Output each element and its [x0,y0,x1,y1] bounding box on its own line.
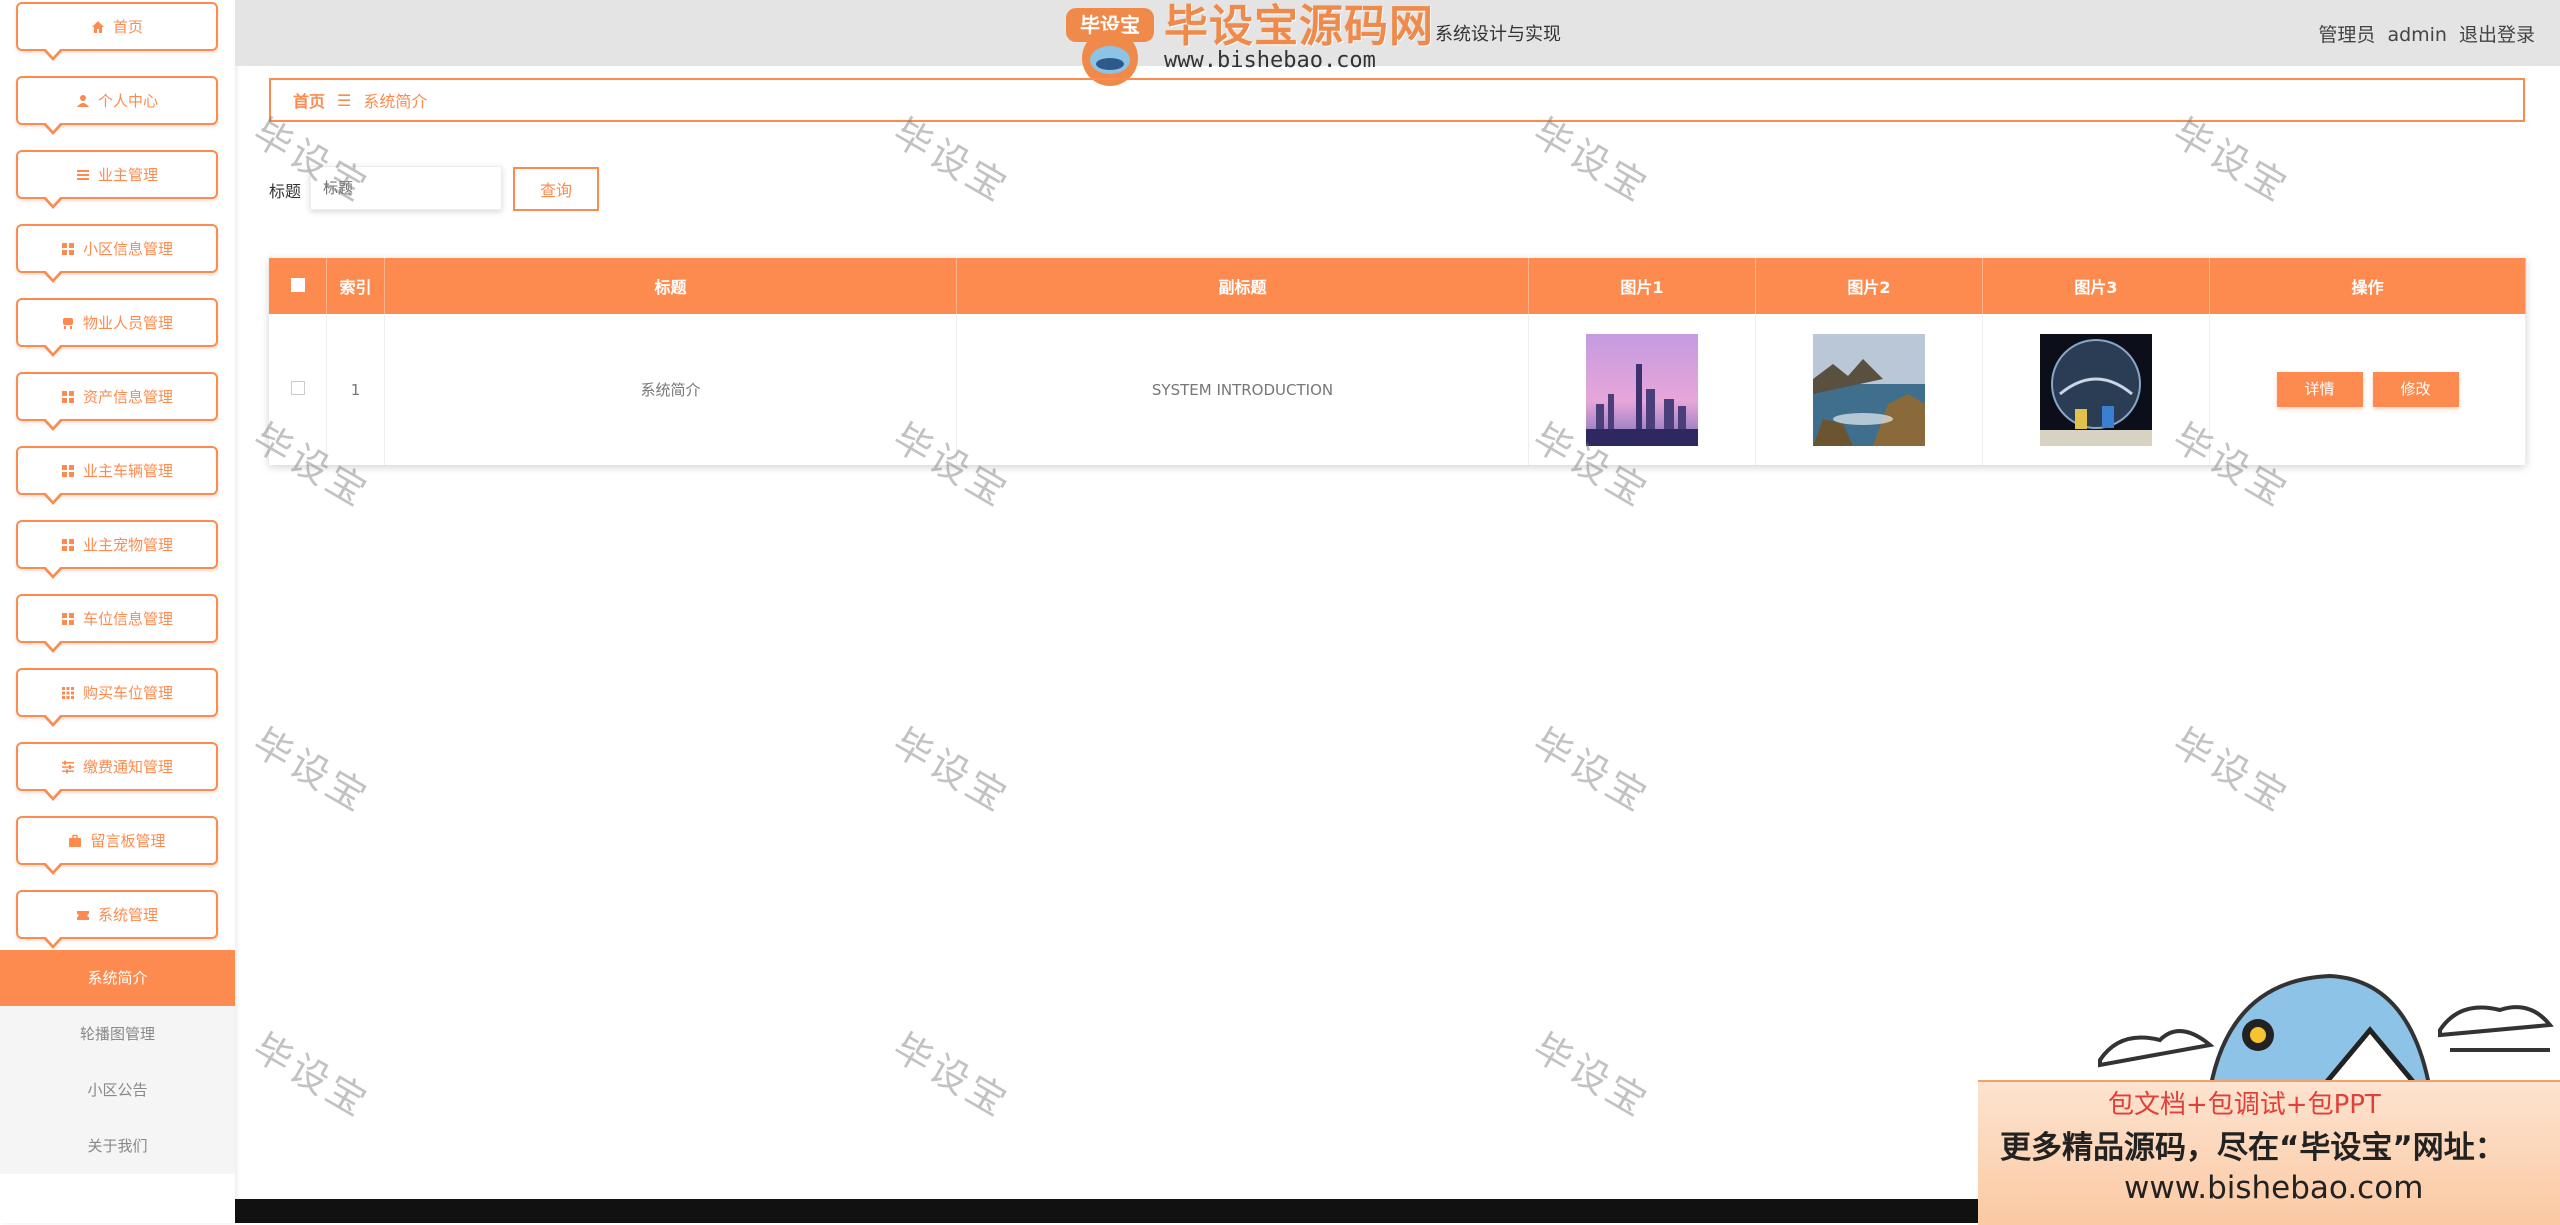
menu-item-label: 系统管理 [97,906,158,924]
watermark: 毕设宝 [885,1024,1017,1127]
column-header-image1: 图片1 [1528,258,1756,314]
logo-name: 毕设宝源码网 [1164,1,1434,52]
column-header-image2: 图片2 [1755,258,1983,314]
column-header-index: 索引 [326,258,385,314]
row-select-cell [269,314,327,465]
menu-item-label: 业主管理 [97,166,158,184]
seat-icon [62,317,73,329]
menu-item-community[interactable]: 小区信息管理 [16,224,218,283]
menu-item-parking-purchase[interactable]: 购买车位管理 [16,668,218,727]
apps-icon [61,686,74,699]
row-index: 1 [326,314,385,465]
data-table: 索引 标题 副标题 图片1 图片2 图片3 操作 1 系统简介 SYSTEM I… [269,258,2526,465]
ticket-icon [76,910,89,920]
breadcrumb-current: 系统简介 [363,92,428,111]
column-header-subtitle: 副标题 [956,258,1529,314]
row-image3-cell [1982,314,2210,465]
grid-icon [61,464,74,477]
menu-item-label: 业主车辆管理 [82,462,173,480]
search-title-input[interactable] [310,166,502,210]
bottom-bar [235,1199,1980,1223]
breadcrumb: 首页 ☰ 系统简介 [269,78,2525,122]
column-header-title: 标题 [384,258,957,314]
row-image2-cell [1755,314,1983,465]
menu-item-label: 购买车位管理 [82,684,173,702]
coastal-rocks-image[interactable] [1813,333,1925,446]
grid-icon [61,538,74,551]
user-icon [76,94,89,107]
home-icon [91,20,104,33]
watermark: 毕设宝 [2165,719,2297,822]
menu-item-label: 个人中心 [97,92,158,110]
row-title: 系统简介 [384,314,957,465]
grid-icon [61,390,74,403]
row-checkbox[interactable] [290,380,305,395]
sliders-icon [61,760,74,773]
submenu-about-us[interactable]: 关于我们 [0,1118,235,1174]
grid-icon [61,612,74,625]
menu-item-parking-info[interactable]: 车位信息管理 [16,594,218,653]
row-actions: 详情 修改 [2209,314,2526,465]
menu-item-label: 留言板管理 [90,832,166,850]
grid-icon [61,242,74,255]
watermark: 毕设宝 [885,719,1017,822]
sidebar: 首页 个人中心 业主管理 小区信息管理 物业人员管理 资产信息管理 业主车辆管理… [0,0,235,1223]
submenu-system-intro[interactable]: 系统简介 [0,950,235,1006]
city-skyline-image[interactable] [1586,333,1698,446]
watermark: 毕设宝 [245,719,377,822]
breadcrumb-separator-icon: ☰ [337,90,352,110]
select-all-cell [269,258,327,314]
promo-line-2: 更多精品源码，尽在“毕设宝”网址： [2000,1130,2506,1166]
watermark: 毕设宝 [1525,1024,1657,1127]
menu-item-personal-center[interactable]: 个人中心 [16,76,218,135]
edit-button[interactable]: 修改 [2372,372,2459,407]
menu-item-home[interactable]: 首页 [16,2,218,61]
menu-item-staff[interactable]: 物业人员管理 [16,298,218,357]
table-header-row: 索引 标题 副标题 图片1 图片2 图片3 操作 [269,258,2526,314]
user-area: 管理员 admin 退出登录 [2306,20,2535,47]
promo-url[interactable]: www.bishebao.com [2124,1170,2423,1206]
menu-item-pets[interactable]: 业主宠物管理 [16,520,218,579]
menu-item-payment-notice[interactable]: 缴费通知管理 [16,742,218,801]
menu-item-label: 物业人员管理 [82,314,173,332]
system-title: 系统设计与实现 [1435,24,1561,45]
menu-item-label: 首页 [112,18,143,36]
user-role: 管理员 [2318,24,2376,46]
mascot-logo-icon: 毕设宝 [1066,8,1154,86]
breadcrumb-home[interactable]: 首页 [293,88,325,112]
table-row: 1 系统简介 SYSTEM INTRODUCTION 详情 修改 [269,314,2526,465]
menu-item-assets[interactable]: 资产信息管理 [16,372,218,431]
menu-item-label: 业主宠物管理 [82,536,173,554]
menu-item-label: 资产信息管理 [82,388,173,406]
search-button[interactable]: 查询 [513,167,599,211]
username: admin [2387,24,2447,46]
submenu-community-notice[interactable]: 小区公告 [0,1062,235,1118]
menu-item-system[interactable]: 系统管理 [16,890,218,949]
menu-item-label: 缴费通知管理 [82,758,173,776]
select-all-checkbox[interactable] [290,277,305,292]
menu-item-label: 车位信息管理 [82,610,173,628]
menu-item-owner[interactable]: 业主管理 [16,150,218,209]
menu-item-vehicles[interactable]: 业主车辆管理 [16,446,218,505]
briefcase-icon [69,834,82,847]
row-subtitle: SYSTEM INTRODUCTION [956,314,1529,465]
logout-link[interactable]: 退出登录 [2459,24,2535,46]
search-label: 标题 [269,182,302,201]
submenu-carousel[interactable]: 轮播图管理 [0,1006,235,1062]
logo-text: 毕设宝源码网 www.bishebao.com [1164,0,1434,73]
space-astronaut-image[interactable] [2040,333,2152,446]
column-header-actions: 操作 [2209,258,2526,314]
list-icon [76,169,89,180]
system-submenu: 系统简介 轮播图管理 小区公告 关于我们 [0,950,235,1174]
column-header-image3: 图片3 [1982,258,2210,314]
mascot-cloud-icon [2098,973,2554,1090]
watermark: 毕设宝 [1525,719,1657,822]
promo-line-1: 包文档+包调试+包PPT [2108,1090,2381,1120]
watermark: 毕设宝 [245,1024,377,1127]
detail-button[interactable]: 详情 [2276,372,2363,407]
promo-banner[interactable]: 包文档+包调试+包PPT 更多精品源码，尽在“毕设宝”网址： www.bishe… [1978,1080,2560,1225]
menu-item-label: 小区信息管理 [82,240,173,258]
row-image1-cell [1528,314,1756,465]
menu-item-message-board[interactable]: 留言板管理 [16,816,218,875]
